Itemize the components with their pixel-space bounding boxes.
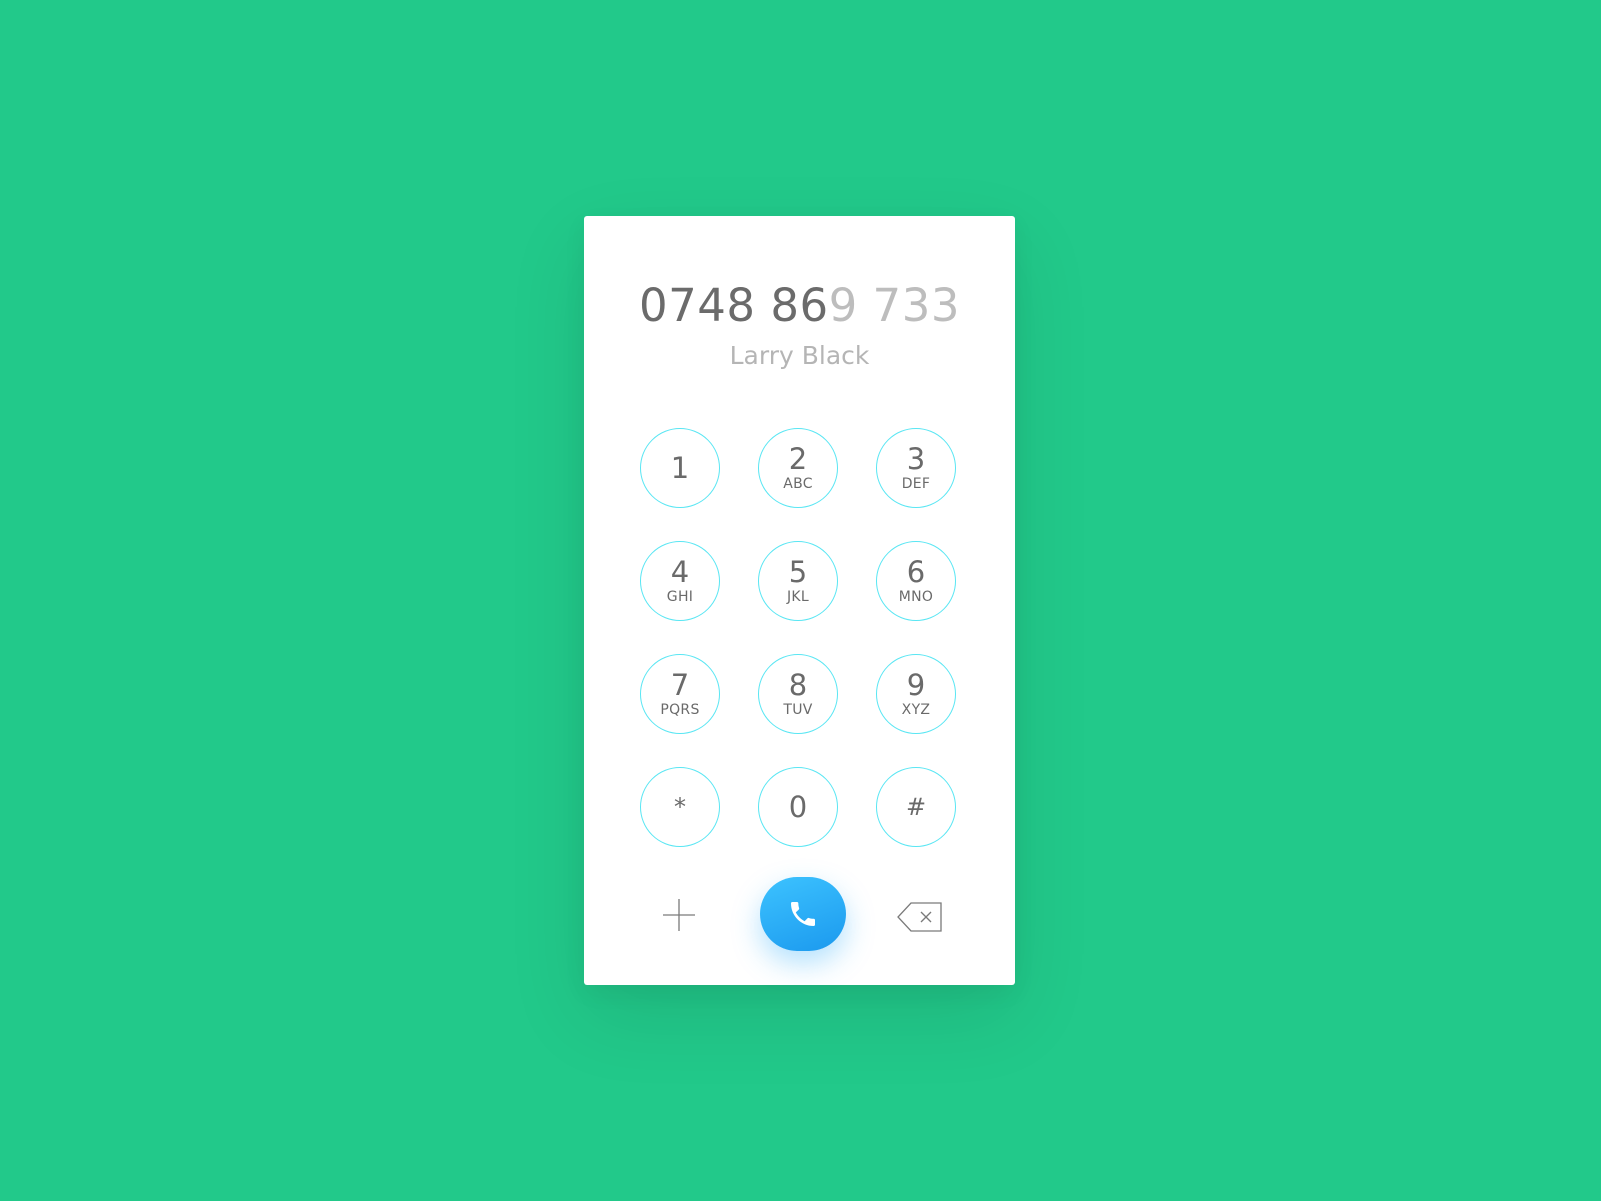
dialed-number: 0748 869 733 — [584, 278, 1015, 334]
key-digit: 3 — [906, 442, 926, 476]
key-digit: * — [674, 793, 686, 821]
key-letters: MNO — [898, 589, 934, 605]
delete-button[interactable] — [897, 901, 943, 933]
plus-icon — [663, 899, 695, 931]
call-button[interactable] — [760, 877, 846, 951]
key-0[interactable]: 0 — [758, 767, 838, 847]
key-6[interactable]: 6 MNO — [876, 541, 956, 621]
key-digit: 8 — [788, 668, 808, 702]
key-letters: DEF — [901, 476, 931, 492]
key-1[interactable]: 1 — [640, 428, 720, 508]
key-digit: 1 — [670, 451, 690, 485]
key-digit: 4 — [670, 555, 690, 589]
key-digit: # — [905, 793, 927, 821]
dialer-card: 0748 869 733 Larry Black 1 2 ABC 3 DEF 4… — [584, 216, 1015, 985]
key-digit: 7 — [670, 668, 690, 702]
key-letters: PQRS — [660, 702, 700, 718]
key-digit: 2 — [788, 442, 808, 476]
keypad: 1 2 ABC 3 DEF 4 GHI 5 JKL 6 MNO 7 PQRS 8… — [640, 428, 958, 849]
key-digit: 0 — [788, 790, 808, 824]
key-5[interactable]: 5 JKL — [758, 541, 838, 621]
dialed-number-suggestion: 9 733 — [828, 279, 960, 332]
key-hash[interactable]: # — [876, 767, 956, 847]
key-7[interactable]: 7 PQRS — [640, 654, 720, 734]
add-contact-button[interactable] — [661, 897, 697, 933]
action-bar — [584, 877, 1015, 951]
key-letters: TUV — [783, 702, 813, 718]
key-letters: JKL — [786, 589, 809, 605]
key-letters: XYZ — [901, 702, 931, 718]
key-4[interactable]: 4 GHI — [640, 541, 720, 621]
key-2[interactable]: 2 ABC — [758, 428, 838, 508]
key-letters: ABC — [783, 476, 813, 492]
key-3[interactable]: 3 DEF — [876, 428, 956, 508]
key-star[interactable]: * — [640, 767, 720, 847]
contact-name: Larry Black — [729, 341, 870, 370]
backspace-icon — [897, 902, 942, 932]
dialed-number-typed: 0748 86 — [639, 279, 829, 332]
key-digit: 6 — [906, 555, 926, 589]
key-8[interactable]: 8 TUV — [758, 654, 838, 734]
key-digit: 9 — [906, 668, 926, 702]
key-9[interactable]: 9 XYZ — [876, 654, 956, 734]
phone-icon — [791, 902, 815, 926]
key-letters: GHI — [666, 589, 694, 605]
key-digit: 5 — [788, 555, 808, 589]
